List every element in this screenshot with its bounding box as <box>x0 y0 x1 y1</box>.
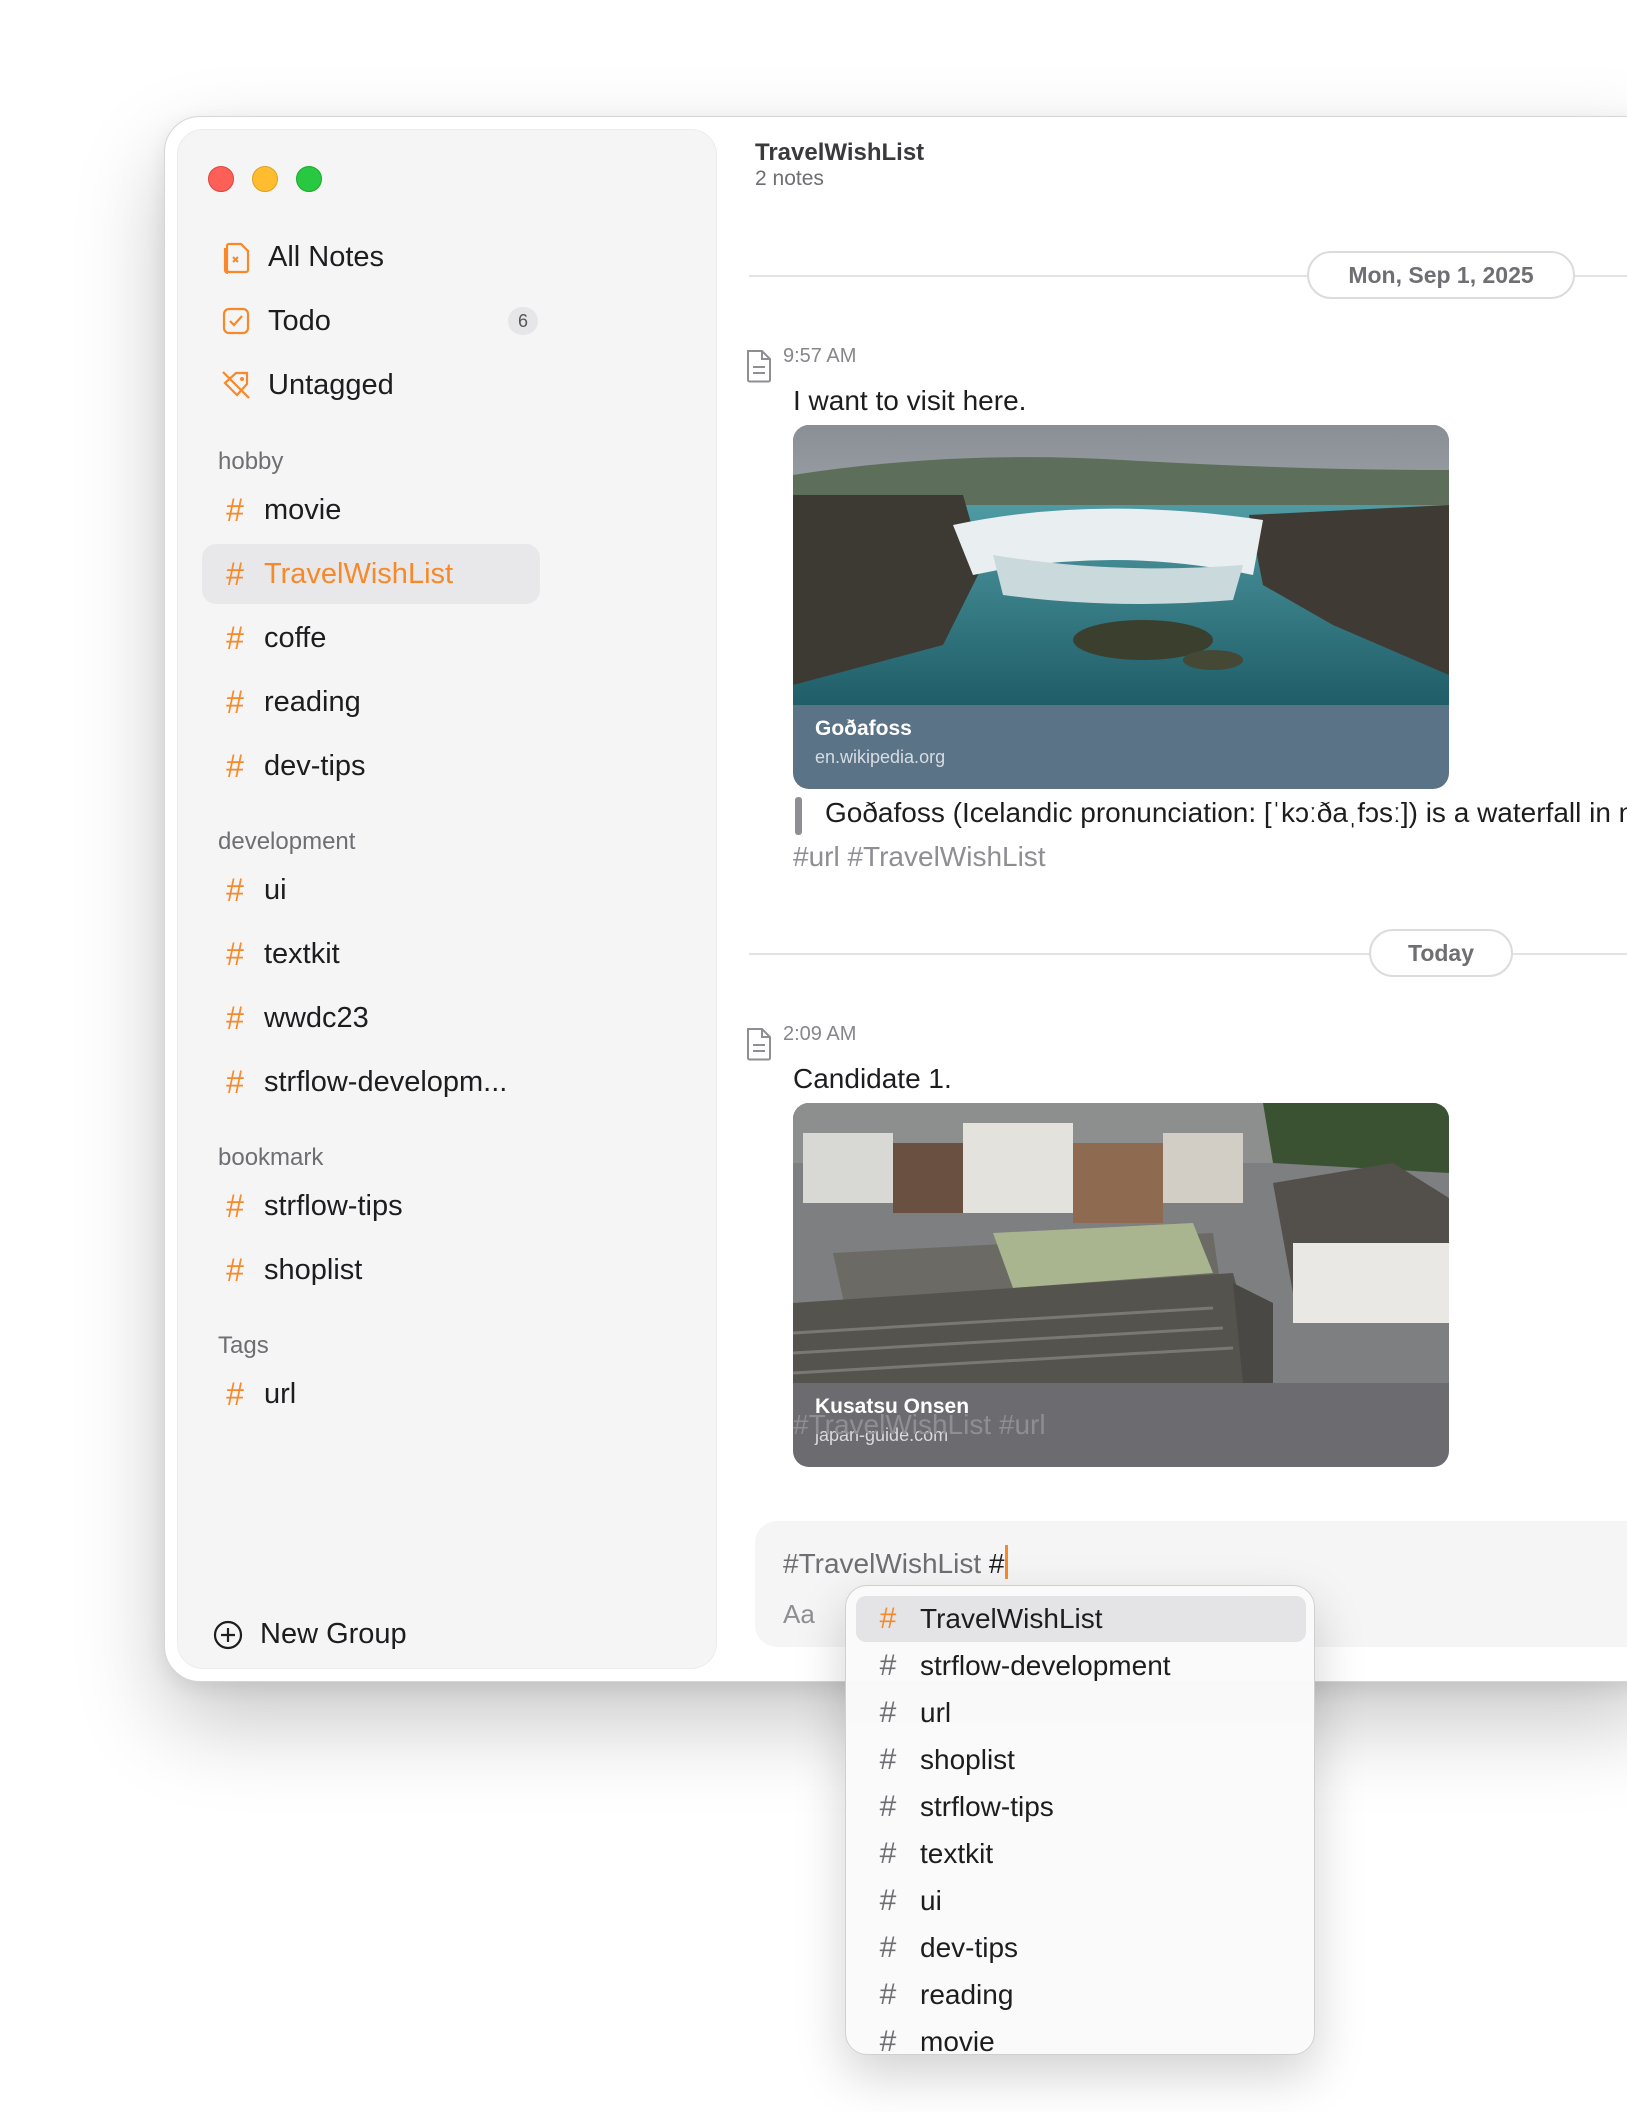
hash-icon: # <box>879 2025 897 2055</box>
page-title: TravelWishList <box>755 139 925 166</box>
note-document-icon <box>747 1028 771 1061</box>
hash-icon: # <box>879 1978 897 2011</box>
sidebar: All Notes Todo 6 Untagged hobby # movie #… <box>177 129 717 1669</box>
hash-icon: # <box>879 1790 897 1823</box>
autocomplete-item[interactable]: # strflow-tips <box>856 1784 1306 1830</box>
autocomplete-item[interactable]: # ui <box>856 1878 1306 1924</box>
hash-icon: # <box>226 1375 244 1412</box>
hash-icon: # <box>226 999 244 1036</box>
group-title-hobby: hobby <box>218 448 284 475</box>
hash-icon: # <box>226 619 244 656</box>
sidebar-tag-strflow-tips[interactable]: # strflow-tips <box>202 1176 540 1236</box>
hash-icon: # <box>226 935 244 972</box>
sidebar-tag-shoplist[interactable]: # shoplist <box>202 1240 540 1300</box>
hash-icon: # <box>226 555 244 592</box>
hash-icon: # <box>226 1063 244 1100</box>
hash-icon: # <box>879 1649 897 1682</box>
sidebar-item-untagged[interactable]: Untagged <box>202 356 540 414</box>
sidebar-tag-coffe[interactable]: # coffe <box>202 608 540 668</box>
autocomplete-item[interactable]: # shoplist <box>856 1737 1306 1783</box>
quote-bar <box>795 797 802 835</box>
sidebar-tag-dev-tips[interactable]: # dev-tips <box>202 736 540 796</box>
hash-icon: # <box>226 683 244 720</box>
hash-icon: # <box>226 1187 244 1224</box>
group-title-development: development <box>218 828 356 855</box>
date-pill: Mon, Sep 1, 2025 <box>1307 251 1575 299</box>
hash-icon: # <box>879 1602 897 1635</box>
note-timestamp: 2:09 AM <box>783 1023 857 1045</box>
add-circle-icon <box>213 1620 243 1649</box>
hash-icon: # <box>879 1837 897 1870</box>
link-preview-meta: Goðafoss en.wikipedia.org <box>793 705 1449 789</box>
sidebar-tag-reading[interactable]: # reading <box>202 672 540 732</box>
hash-icon: # <box>879 1931 897 1964</box>
hash-icon: # <box>226 491 244 528</box>
autocomplete-item[interactable]: # dev-tips <box>856 1925 1306 1971</box>
note-text: I want to visit here. <box>793 385 1027 416</box>
group-title-tags: Tags <box>218 1332 269 1359</box>
close-window-button[interactable] <box>208 166 234 192</box>
sidebar-tag-movie[interactable]: # movie <box>202 480 540 540</box>
composer-text: #TravelWishList <box>783 1548 982 1579</box>
sidebar-item-label: All Notes <box>268 240 385 273</box>
link-site: en.wikipedia.org <box>815 747 946 767</box>
sidebar-item-todo[interactable]: Todo 6 <box>202 292 540 350</box>
minimize-window-button[interactable] <box>252 166 278 192</box>
autocomplete-item[interactable]: # strflow-development <box>856 1643 1306 1689</box>
link-title: Goðafoss <box>815 717 912 740</box>
autocomplete-item[interactable]: # reading <box>856 1972 1306 2018</box>
sidebar-tag-textkit[interactable]: # textkit <box>202 924 540 984</box>
all-notes-icon <box>218 239 254 275</box>
hot-spring-town-photo <box>793 1103 1449 1383</box>
hash-icon: # <box>226 871 244 908</box>
autocomplete-item[interactable]: # url <box>856 1690 1306 1736</box>
untagged-icon <box>218 367 254 403</box>
new-group-label: New Group <box>260 1618 407 1650</box>
sidebar-item-label: Todo <box>268 304 331 337</box>
sidebar-tag-wwdc23[interactable]: # wwdc23 <box>202 988 540 1048</box>
hash-icon: # <box>879 1743 897 1776</box>
zoom-window-button[interactable] <box>296 166 322 192</box>
note-tags[interactable]: #url #TravelWishList <box>793 841 1046 873</box>
quote-text: Goðafoss (Icelandic pronunciation: [ˈkɔː… <box>825 797 1627 828</box>
composer-input[interactable]: #TravelWishList # <box>783 1545 1009 1580</box>
new-group-button[interactable]: New Group <box>212 1618 407 1651</box>
note-timestamp: 9:57 AM <box>783 345 857 367</box>
hash-icon: # <box>226 1251 244 1288</box>
date-pill: Today <box>1369 929 1513 977</box>
sidebar-item-all-notes[interactable]: All Notes <box>202 228 540 286</box>
sidebar-tag-ui[interactable]: # ui <box>202 860 540 920</box>
note-tags[interactable]: #TravelWishList #url <box>793 1409 1046 1441</box>
autocomplete-item[interactable]: # movie <box>856 2019 1306 2055</box>
note-count: 2 notes <box>755 167 824 190</box>
sidebar-tag-url[interactable]: # url <box>202 1364 540 1424</box>
sidebar-item-label: Untagged <box>268 368 394 401</box>
autocomplete-item[interactable]: # TravelWishList <box>856 1596 1306 1642</box>
text-caret <box>1005 1545 1009 1579</box>
tag-autocomplete-popup: # TravelWishList # strflow-development # ur… <box>845 1585 1315 2055</box>
hash-icon: # <box>879 1696 897 1729</box>
sidebar-tag-travelwishlist[interactable]: # TravelWishList <box>202 544 540 604</box>
autocomplete-item[interactable]: # textkit <box>856 1831 1306 1877</box>
waterfall-photo <box>793 425 1449 705</box>
note-document-icon <box>747 350 771 383</box>
group-title-bookmark: bookmark <box>218 1144 324 1171</box>
composer-typing: # <box>988 1548 1005 1579</box>
hash-icon: # <box>226 747 244 784</box>
sidebar-tag-strflow-development[interactable]: # strflow-developm... <box>202 1052 540 1112</box>
todo-count-badge: 6 <box>508 307 538 335</box>
hash-icon: # <box>879 1884 897 1917</box>
window-controls <box>208 166 322 192</box>
note-text: Candidate 1. <box>793 1063 952 1094</box>
format-button[interactable]: Aa <box>783 1599 815 1630</box>
todo-checkbox-icon <box>218 303 254 339</box>
app-window: All Notes Todo 6 Untagged hobby # movie #… <box>164 116 1627 1682</box>
link-preview-card[interactable]: Goðafoss en.wikipedia.org <box>793 425 1449 789</box>
